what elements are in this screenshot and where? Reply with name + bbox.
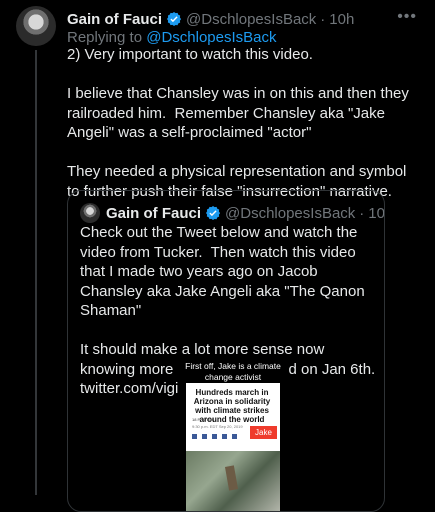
share-icon [192, 434, 197, 439]
quoted-tweet[interactable]: Gain of Fauci @DschlopesIsBack · 10h Che… [67, 190, 385, 512]
author-avatar[interactable] [16, 6, 56, 46]
article-screenshot: Hundreds march in Arizona in solidarity … [186, 383, 280, 511]
photo-count: 18 PHOTOS [192, 417, 215, 422]
author-name[interactable]: Gain of Fauci [67, 11, 162, 28]
quoted-author-handle[interactable]: @DschlopesIsBack [225, 205, 355, 222]
author-handle[interactable]: @DschlopesIsBack [186, 11, 316, 28]
quoted-author-name[interactable]: Gain of Fauci [106, 205, 201, 222]
jake-label: Jake [250, 426, 277, 439]
share-icons [192, 434, 237, 439]
more-icon[interactable]: ••• [397, 8, 417, 26]
quoted-author-avatar[interactable] [80, 203, 100, 223]
verified-badge-icon [206, 206, 221, 220]
article-date: 9:30 p.m. EDT Sep 20, 2019 [192, 424, 243, 429]
share-icon [212, 434, 217, 439]
separator-dot: · [359, 204, 365, 222]
share-icon [222, 434, 227, 439]
tweet-text: 2) Very important to watch this video. I… [67, 46, 409, 200]
share-icon [202, 434, 207, 439]
replying-to-label: Replying to [67, 29, 143, 46]
thread-line [35, 50, 37, 495]
quoted-tweet-header: Gain of Fauci @DschlopesIsBack · 10h [106, 203, 384, 223]
timestamp[interactable]: 10h [329, 11, 354, 28]
tweet-header: Gain of Fauci @DschlopesIsBack · 10h [67, 9, 419, 29]
separator-dot: · [320, 10, 326, 28]
video-caption: First off, Jake is a climate change acti… [185, 361, 281, 382]
quoted-timestamp[interactable]: 10h [368, 205, 384, 222]
share-icon [232, 434, 237, 439]
video-thumbnail[interactable]: First off, Jake is a climate change acti… [178, 359, 288, 511]
replying-to-handle[interactable]: @DschlopesIsBack [146, 29, 276, 46]
replying-to: Replying to @DschlopesIsBack [67, 29, 277, 46]
verified-badge-icon [167, 12, 182, 26]
